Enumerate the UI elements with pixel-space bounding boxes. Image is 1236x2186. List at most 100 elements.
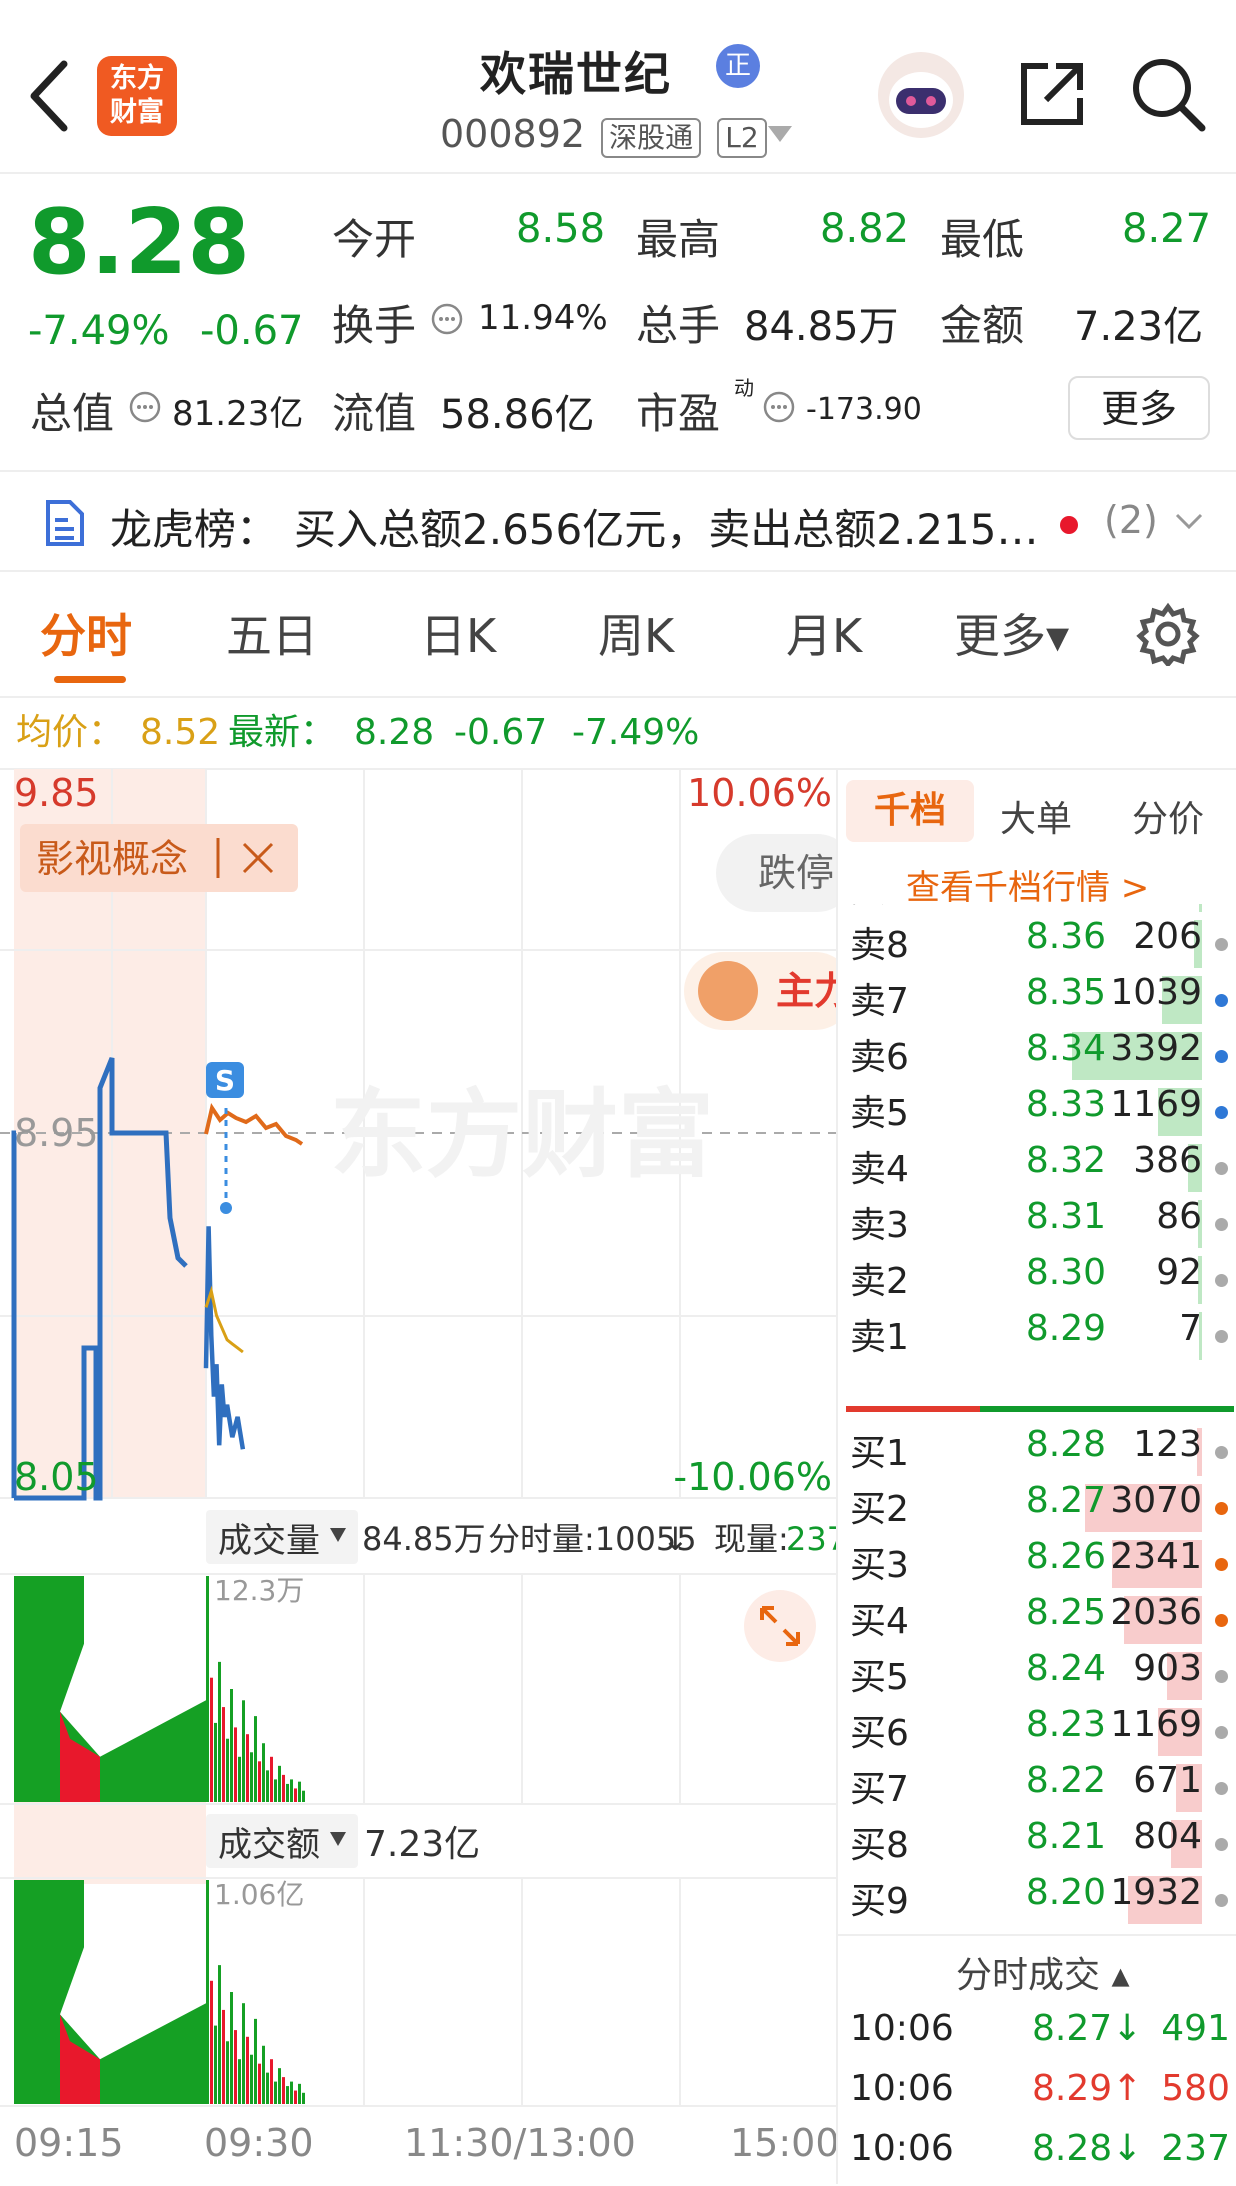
level-volume: 804 — [1133, 1816, 1202, 1857]
level-label: 卖3 — [850, 1205, 909, 1246]
volume-bar — [274, 2081, 277, 2104]
ask-row[interactable]: 卖8 8.36 206 — [836, 916, 1236, 972]
tab-weekly-k[interactable]: 周K — [598, 600, 674, 666]
stock-code-row: 000892 深股通 L2 — [440, 112, 767, 158]
level-dot — [1215, 994, 1228, 1007]
document-icon — [46, 500, 84, 546]
bid-row[interactable]: 买1 8.28 123 — [836, 1424, 1236, 1480]
bid-row[interactable]: 买8 8.21 804 — [836, 1816, 1236, 1872]
bid-row[interactable]: 买9 8.20 1932 — [836, 1872, 1236, 1928]
chevron-down-icon[interactable] — [766, 124, 794, 144]
share-icon[interactable] — [1016, 58, 1088, 130]
view-levels-link[interactable]: 查看千档行情 > — [906, 860, 1149, 909]
level-price: 8.20 — [1025, 1872, 1106, 1913]
info-icon[interactable] — [762, 390, 796, 424]
info-icon[interactable] — [430, 302, 464, 336]
trade-row: 10:06 8.29↑ 580 — [836, 2068, 1236, 2126]
volume-bar — [242, 2003, 245, 2104]
volume-bar — [214, 2025, 217, 2104]
level-label: 卖2 — [850, 1261, 909, 1302]
volume-bar — [270, 2059, 273, 2104]
ask-row[interactable]: 卖4 8.32 386 — [836, 1140, 1236, 1196]
now-label: 现量: — [714, 1520, 789, 1558]
tab-big-orders[interactable]: 大单 — [1000, 790, 1072, 842]
trade-time: 10:06 — [850, 2128, 954, 2169]
amount-label: 成交额 — [218, 1825, 320, 1865]
volume-bar — [294, 1788, 297, 1802]
ask-row[interactable]: 卖2 8.30 92 — [836, 1252, 1236, 1308]
pct-bottom-label: -10.06% — [673, 1455, 832, 1499]
pe-label: 市盈 — [636, 389, 721, 438]
back-icon[interactable] — [24, 58, 74, 134]
bid-row[interactable]: 买2 8.27 3070 — [836, 1480, 1236, 1536]
bid-row[interactable]: 买6 8.23 1169 — [836, 1704, 1236, 1760]
volume-bar — [266, 2072, 269, 2104]
info-icon[interactable] — [128, 390, 162, 424]
unread-dot — [1060, 516, 1078, 534]
summary-change-pct: -7.49% — [572, 712, 700, 753]
trades-divider — [836, 1934, 1236, 1936]
level-dot — [1215, 1106, 1228, 1119]
tab-thousand-levels[interactable]: 千档 — [846, 780, 974, 842]
now-value: 237 — [786, 1520, 836, 1558]
volume-bar — [294, 2090, 297, 2104]
x-label-noon: 11:30/13:00 — [404, 2121, 636, 2165]
volume-bar — [230, 1992, 233, 2104]
tab-monthly-k[interactable]: 月K — [786, 600, 862, 666]
level-volume: 671 — [1133, 1760, 1202, 1801]
level-label: 买6 — [850, 1713, 909, 1754]
search-icon[interactable] — [1128, 54, 1208, 134]
level-dot — [1215, 1726, 1228, 1739]
ask-row[interactable]: 卖6 8.34 3392 — [836, 1028, 1236, 1084]
bid-row[interactable]: 买5 8.24 903 — [836, 1648, 1236, 1704]
tab-intraday[interactable]: 分时 — [40, 600, 132, 666]
volume-bar — [210, 1980, 213, 2104]
volume-bar — [226, 2041, 229, 2104]
x-label-close: 15:00 — [730, 2121, 836, 2165]
ask-row[interactable]: 卖5 8.33 1169 — [836, 1084, 1236, 1140]
auction-volume-area — [14, 1880, 206, 2104]
bid-row[interactable]: 买4 8.25 2036 — [836, 1592, 1236, 1648]
dragon-tiger-bar[interactable]: 龙虎榜： 买入总额2.656亿元，卖出总额2.215… (2) — [0, 470, 1236, 572]
level-price: 8.24 — [1025, 1648, 1106, 1689]
more-button[interactable]: 更多 — [1068, 376, 1210, 440]
expand-button[interactable] — [744, 1590, 816, 1662]
volume-bar — [206, 1576, 209, 1802]
avg-value: 8.52 — [140, 712, 221, 753]
ask-row[interactable]: 卖1 8.29 7 — [836, 1308, 1236, 1364]
high-label: 最高 — [636, 215, 721, 264]
tab-five-day[interactable]: 五日 — [226, 600, 318, 666]
tab-daily-k[interactable]: 日K — [420, 600, 496, 666]
ask-row[interactable]: 卖3 8.31 86 — [836, 1196, 1236, 1252]
pct-top-label: 10.06% — [687, 771, 832, 815]
bid-row[interactable]: 买7 8.22 671 — [836, 1760, 1236, 1816]
bid-row[interactable]: 买3 8.26 2341 — [836, 1536, 1236, 1592]
intraday-chart[interactable]: 东方财富 S 9.85 8.95 8.05 10.06% -10.06% 影视概… — [0, 768, 836, 2184]
level-price: 8.31 — [1025, 1196, 1106, 1237]
level-label: 卖6 — [850, 1037, 909, 1078]
trade-price: 8.29↑ — [1032, 2068, 1143, 2109]
volume-bar — [218, 1965, 221, 2104]
level-price: 8.30 — [1025, 1252, 1106, 1293]
robot-assistant-icon[interactable] — [876, 50, 966, 140]
trade-row: 10:06 8.27↓ 491 — [836, 2008, 1236, 2066]
float-label: 流值 — [332, 389, 417, 438]
volume-bar — [222, 1707, 225, 1802]
tab-price-distribution[interactable]: 分价 — [1132, 790, 1204, 842]
change-amount: -0.67 — [200, 308, 304, 354]
ask-row[interactable]: 卖7 8.35 1039 — [836, 972, 1236, 1028]
ask-row[interactable]: 卖98.3768 — [836, 904, 1236, 916]
auction-match-line — [204, 1103, 304, 1146]
level-volume: 86 — [1156, 1196, 1202, 1237]
x-label-open: 09:15 — [14, 2121, 124, 2165]
level-price: 8.22 — [1025, 1760, 1106, 1801]
volume-bar — [266, 1770, 269, 1802]
volume-bar — [286, 1783, 289, 1802]
level-label: 买3 — [850, 1545, 909, 1586]
bid-book: 买1 8.28 123 买2 8.27 3070 买3 8.26 2341 买4 8.25 2036 买… — [836, 1424, 1236, 1928]
tab-more[interactable]: 更多▾ — [954, 600, 1069, 666]
settings-gear-icon[interactable] — [1136, 602, 1200, 666]
volume-bar — [258, 1761, 261, 1802]
level-volume: 123 — [1133, 1424, 1202, 1465]
trades-title[interactable]: 分时成交 ▴ — [956, 1946, 1130, 1998]
